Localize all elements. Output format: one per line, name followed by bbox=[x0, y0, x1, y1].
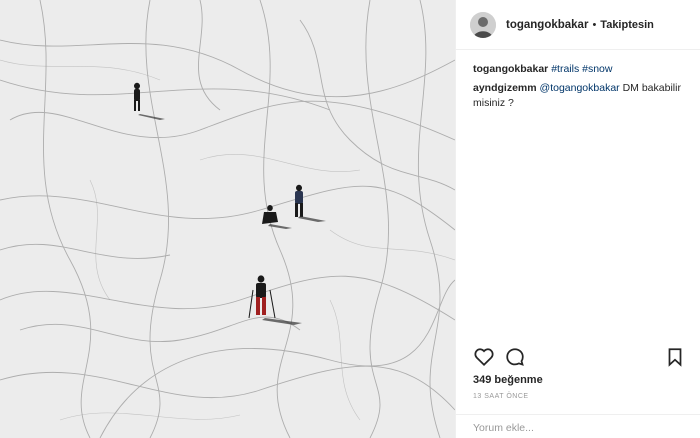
post-timestamp: 13 SAAT ÖNCE bbox=[473, 393, 529, 400]
post-photo[interactable] bbox=[0, 0, 455, 438]
post-header: togangokbakar • Takiptesin bbox=[456, 0, 700, 50]
avatar[interactable] bbox=[470, 11, 496, 38]
add-comment-input[interactable]: Yorum ekle... bbox=[456, 414, 700, 438]
comments-list: togangokbakar #trails #snow ayndgizemm @… bbox=[456, 50, 700, 111]
user-avatar-icon bbox=[470, 11, 496, 38]
action-bar bbox=[473, 346, 686, 370]
comment-username[interactable]: ayndgizemm bbox=[473, 82, 537, 94]
header-separator: • bbox=[592, 18, 597, 31]
caption: togangokbakar #trails #snow bbox=[473, 62, 686, 77]
comment-bubble-icon[interactable] bbox=[504, 346, 526, 368]
likes-count[interactable]: 349 beğenme bbox=[473, 374, 543, 386]
caption-username[interactable]: togangokbakar bbox=[473, 63, 548, 75]
follow-status-button[interactable]: Takiptesin bbox=[600, 19, 654, 31]
hashtag-snow[interactable]: #snow bbox=[582, 63, 612, 75]
list-item: ayndgizemm @togangokbakar DM bakabilir m… bbox=[473, 81, 686, 111]
hashtag-trails[interactable]: #trails bbox=[551, 63, 579, 75]
header-username[interactable]: togangokbakar bbox=[506, 19, 588, 31]
heart-icon[interactable] bbox=[473, 346, 495, 368]
comment-mention[interactable]: @togangokbakar bbox=[540, 82, 620, 94]
post-side-panel: togangokbakar • Takiptesin togangokbakar… bbox=[455, 0, 700, 438]
bookmark-icon[interactable] bbox=[664, 346, 686, 368]
ski-slope-photo bbox=[0, 0, 455, 438]
